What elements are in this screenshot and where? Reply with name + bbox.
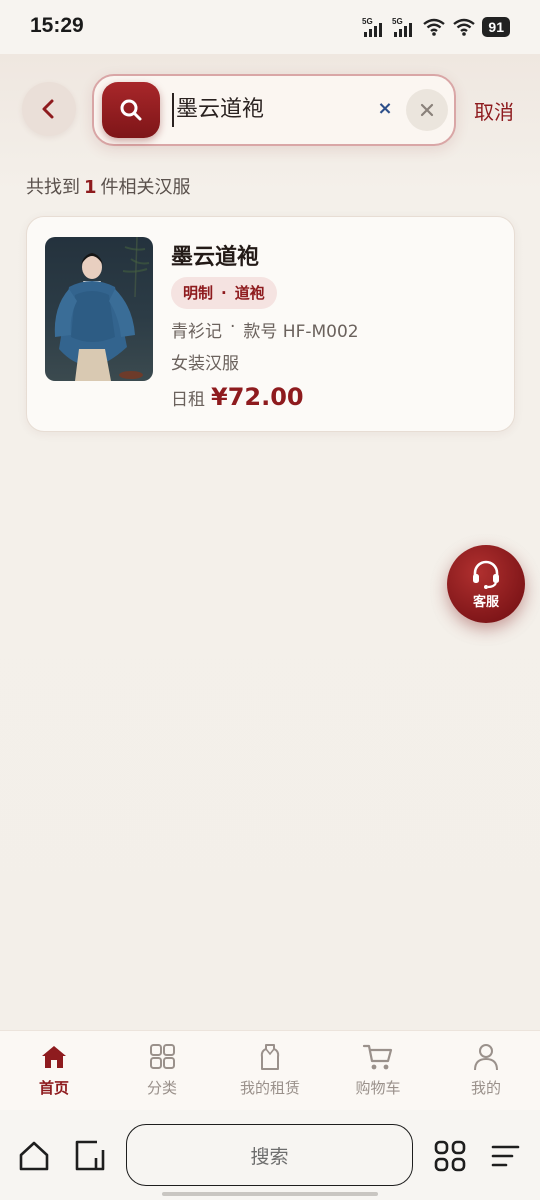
result-count-number: 1 <box>84 177 97 198</box>
browser-tabs-icon[interactable] <box>72 1138 108 1174</box>
battery-indicator: 91 <box>482 17 510 37</box>
product-category: 女装汉服 <box>171 354 239 374</box>
clear-text-icon[interactable]: × <box>374 98 396 120</box>
product-image[interactable] <box>45 237 153 381</box>
browser-home-icon[interactable] <box>16 1138 52 1174</box>
cancel-button[interactable]: 取消 <box>474 96 514 125</box>
tab-label: 分类 <box>146 1079 177 1097</box>
back-button[interactable] <box>22 82 76 136</box>
search-input[interactable]: 墨云道袍 <box>172 93 264 127</box>
home-indicator <box>162 1192 378 1196</box>
cellular-signal-icon: 5G <box>392 17 413 37</box>
tab-cart[interactable]: 购物车 <box>324 1031 432 1110</box>
tab-home[interactable]: 首页 <box>0 1031 108 1110</box>
svg-text:5G: 5G <box>362 17 373 26</box>
tab-profile[interactable]: 我的 <box>432 1031 540 1110</box>
hanfu-figure-illustration <box>54 237 150 381</box>
search-icon <box>120 99 142 121</box>
apps-grid-icon[interactable] <box>432 1138 468 1174</box>
result-count: 共找到 1 件相关汉服 <box>26 173 191 199</box>
browser-search-bar[interactable]: 搜索 <box>126 1124 413 1186</box>
status-bar: 15:29 5G 5G 91 <box>0 0 540 54</box>
price-value: ¥72.00 <box>211 383 304 411</box>
product-card[interactable]: 墨云道袍 明制 · 道袍 青衫记 · 款号 HF-M002 女装汉服 日租 ¥7… <box>26 216 515 432</box>
tab-label: 首页 <box>38 1079 69 1097</box>
tab-label: 我的 <box>470 1079 501 1097</box>
tag-style: 道袍 <box>234 284 265 302</box>
headset-icon <box>473 560 499 589</box>
customer-service-button[interactable]: 客服 <box>447 545 525 623</box>
result-count-prefix: 共找到 <box>26 177 80 198</box>
home-icon <box>42 1046 66 1068</box>
cellular-signal-icon: 5G <box>362 17 383 37</box>
menu-icon[interactable] <box>488 1138 524 1174</box>
product-sku: 款号 HF-M002 <box>243 322 359 342</box>
tab-label: 我的租赁 <box>239 1079 300 1097</box>
customer-service-label: 客服 <box>472 594 499 610</box>
meta-separator: · <box>230 317 236 337</box>
grid-icon <box>150 1044 175 1069</box>
wifi-icon <box>423 18 446 36</box>
price-label: 日租 <box>171 390 205 410</box>
product-meta: 青衫记 · 款号 HF-M002 <box>171 317 359 342</box>
svg-text:5G: 5G <box>392 17 403 26</box>
tag-dynasty: 明制 <box>183 284 214 302</box>
tab-bar: 首页 分类 我的租赁 购物车 我的 <box>0 1030 540 1110</box>
tag-separator: · <box>221 284 227 302</box>
garment-icon <box>260 1044 280 1070</box>
tab-category[interactable]: 分类 <box>108 1031 216 1110</box>
clear-search-button[interactable] <box>406 89 448 131</box>
status-icons: 5G 5G 91 <box>362 15 510 39</box>
search-box[interactable]: 墨云道袍 × <box>92 74 456 146</box>
wifi-icon <box>453 18 476 36</box>
search-button[interactable] <box>102 82 160 138</box>
tab-my-rentals[interactable]: 我的租赁 <box>216 1031 324 1110</box>
tab-label: 购物车 <box>355 1079 401 1097</box>
result-count-suffix: 件相关汉服 <box>100 177 191 198</box>
product-title[interactable]: 墨云道袍 <box>171 239 259 271</box>
user-icon <box>474 1044 498 1071</box>
status-time: 15:29 <box>30 14 84 37</box>
browser-toolbar: 搜索 <box>0 1110 540 1200</box>
cart-icon <box>362 1044 393 1070</box>
product-shop: 青衫记 <box>171 322 222 342</box>
chevron-left-icon <box>42 99 54 119</box>
product-price: 日租 ¥72.00 <box>171 383 304 411</box>
product-tag: 明制 · 道袍 <box>171 277 277 309</box>
close-icon <box>420 103 434 117</box>
